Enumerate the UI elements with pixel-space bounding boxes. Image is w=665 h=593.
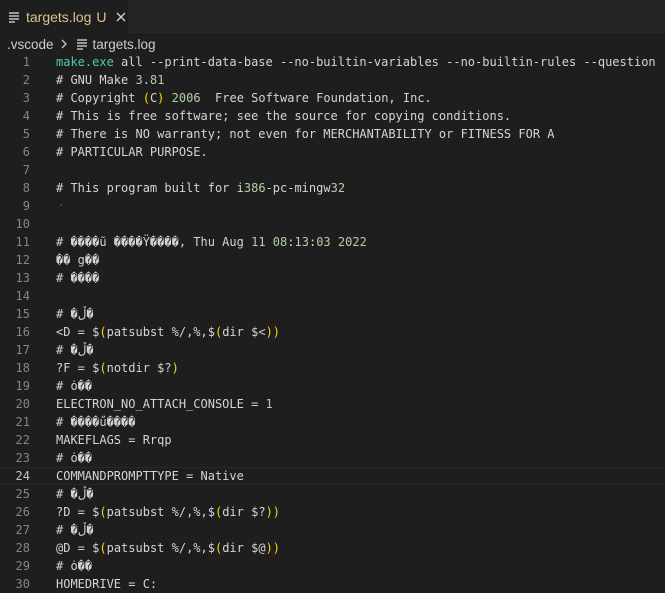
tab-bar: targets.log U [0,0,665,33]
code-text: make.exe all --print-data-base --no-buil… [56,55,656,69]
line-number: 3 [22,91,30,105]
code-line[interactable]: 2 # GNU Make 3.81 [0,71,665,89]
code-text: �� g�� [56,253,100,267]
code-text: # �ڵ� [56,487,94,501]
line-number: 26 [15,505,30,519]
line-number: 29 [15,559,30,573]
code-text: ?D = $(patsubst %/,%,$(dir $?)) [56,505,281,519]
code-text: # ���� [56,271,100,285]
code-text: # Copyright (C) 2006 Free Software Found… [56,91,432,105]
code-text: # ȯ�� [56,451,93,465]
code-line[interactable]: 20 ELECTRON_NO_ATTACH_CONSOLE = 1 [0,395,665,413]
code-text: # GNU Make 3.81 [56,73,165,87]
code-text: @D = $(patsubst %/,%,$(dir $@)) [56,541,281,555]
code-line[interactable]: 23 # ȯ�� [0,449,665,467]
code-line[interactable]: 13 # ���� [0,269,665,287]
line-number: 23 [15,451,30,465]
breadcrumb-file[interactable]: targets.log [93,37,156,52]
code-text: # �ڵ� [56,523,94,537]
code-text: # There is NO warranty; not even for MER… [56,127,555,141]
line-number: 12 [15,253,30,267]
line-number: 22 [15,433,30,447]
line-number: 20 [15,397,30,411]
close-icon[interactable] [113,9,129,25]
code-text: # ����ű���� [56,415,136,429]
tab-label: targets.log [26,8,92,25]
line-number: 21 [15,415,30,429]
code-line[interactable]: 17 # �ڵ� [0,341,665,359]
whitespace-marker [60,204,62,206]
line-number: 8 [22,181,30,195]
line-number: 9 [22,199,30,213]
lines-file-icon [6,9,22,25]
code-line[interactable]: 1 make.exe all --print-data-base --no-bui… [0,53,665,71]
code-line[interactable]: 21 # ����ű���� [0,413,665,431]
code-line[interactable]: 30 HOMEDRIVE = C: [0,575,665,593]
line-number: 10 [15,217,30,231]
chevron-right-icon [57,37,71,51]
code-line[interactable]: 3 # Copyright (C) 2006 Free Software Foun… [0,89,665,107]
code-text: <D = $(patsubst %/,%,$(dir $<)) [56,325,281,339]
line-number: 27 [15,523,30,537]
line-number: 18 [15,361,30,375]
line-number: 6 [22,145,30,159]
code-line[interactable]: 22 MAKEFLAGS = Rrqp [0,431,665,449]
code-text: COMMANDPROMPTTYPE = Native [56,469,244,483]
line-number: 2 [22,73,30,87]
line-number: 25 [15,487,30,501]
code-line[interactable]: 5 # There is NO warranty; not even for ME… [0,125,665,143]
untracked-badge: U [96,8,107,25]
tab-targets-log[interactable]: targets.log U [0,0,128,33]
line-number: 1 [22,55,30,69]
code-editor[interactable]: 1 make.exe all --print-data-base --no-bui… [0,53,665,592]
line-number: 7 [22,163,30,177]
code-line[interactable]: 28 @D = $(patsubst %/,%,$(dir $@)) [0,539,665,557]
code-line[interactable]: 4 # This is free software; see the source… [0,107,665,125]
code-text: # ����ũ ����Ÿ����, Thu Aug 11 08:13:03 2… [56,235,367,249]
code-text: ?F = $(notdir $?) [56,361,179,375]
code-line[interactable]: 12 �� g�� [0,251,665,269]
line-number: 14 [15,289,30,303]
line-number: 4 [22,109,30,123]
code-text: # This program built for i386-pc-mingw32 [56,181,346,195]
breadcrumb-folder[interactable]: .vscode [7,37,54,52]
code-line[interactable]: 15 # �ڵ� [0,305,665,323]
code-line[interactable]: 26 ?D = $(patsubst %/,%,$(dir $?)) [0,503,665,521]
code-line[interactable]: 11 # ����ũ ����Ÿ����, Thu Aug 11 08:13:03… [0,233,665,251]
code-line[interactable]: 24 COMMANDPROMPTTYPE = Native [0,467,665,485]
code-text: # �ڵ� [56,307,94,321]
line-number: 5 [22,127,30,141]
line-number: 13 [15,271,30,285]
line-number: 24 [15,469,30,483]
line-number: 17 [15,343,30,357]
line-number: 30 [15,577,30,591]
code-text: # �ڵ� [56,343,94,357]
code-text: HOMEDRIVE = C: [56,577,158,591]
breadcrumb: .vscode targets.log [0,33,665,55]
code-line[interactable]: 16 <D = $(patsubst %/,%,$(dir $<)) [0,323,665,341]
code-line[interactable]: 9 [0,197,665,215]
line-number: 19 [15,379,30,393]
code-line[interactable]: 7 [0,161,665,179]
code-text: # ȯ�� [56,559,93,573]
code-text: MAKEFLAGS = Rrqp [56,433,172,447]
code-line[interactable]: 29 # ȯ�� [0,557,665,575]
code-text: # ȯ�� [56,379,93,393]
line-number: 15 [15,307,30,321]
line-number: 16 [15,325,30,339]
line-number: 28 [15,541,30,555]
code-line[interactable]: 25 # �ڵ� [0,485,665,503]
code-line[interactable]: 19 # ȯ�� [0,377,665,395]
code-line[interactable]: 10 [0,215,665,233]
code-text: # PARTICULAR PURPOSE. [56,145,208,159]
code-line[interactable]: 6 # PARTICULAR PURPOSE. [0,143,665,161]
code-text: # This is free software; see the source … [56,109,512,123]
lines-file-icon [74,36,90,52]
code-line[interactable]: 18 ?F = $(notdir $?) [0,359,665,377]
code-line[interactable]: 27 # �ڵ� [0,521,665,539]
code-text: ELECTRON_NO_ATTACH_CONSOLE = 1 [56,397,273,411]
code-line[interactable]: 8 # This program built for i386-pc-mingw3… [0,179,665,197]
line-number: 11 [15,235,30,249]
code-line[interactable]: 14 [0,287,665,305]
